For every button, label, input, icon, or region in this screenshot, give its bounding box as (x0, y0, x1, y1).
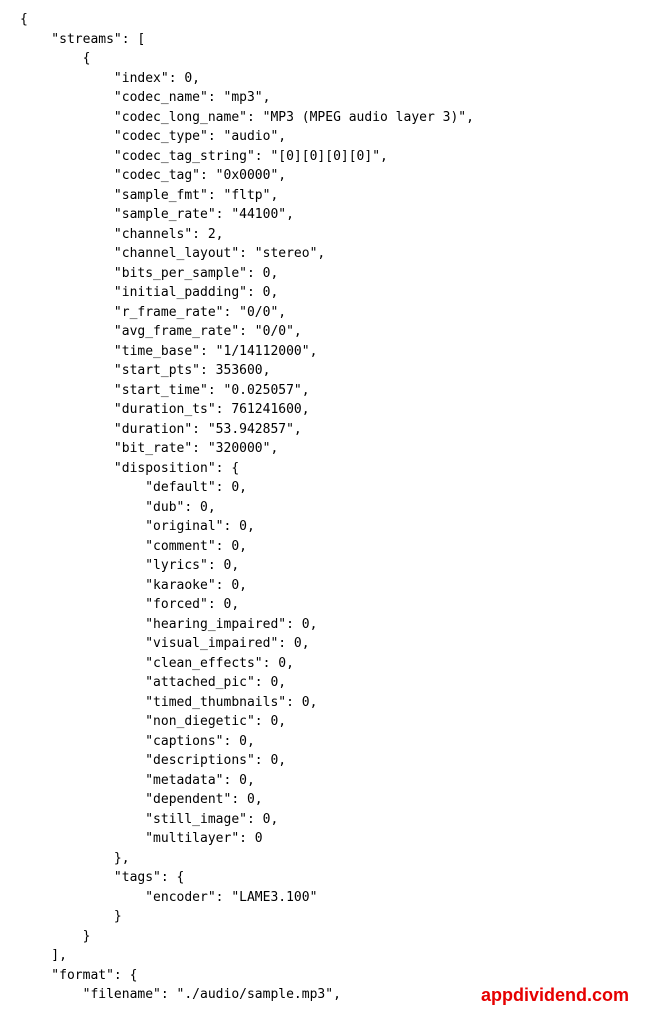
json-code-block: { "streams": [ { "index": 0, "codec_name… (20, 10, 654, 1005)
watermark-text: appdividend.com (481, 982, 629, 1009)
